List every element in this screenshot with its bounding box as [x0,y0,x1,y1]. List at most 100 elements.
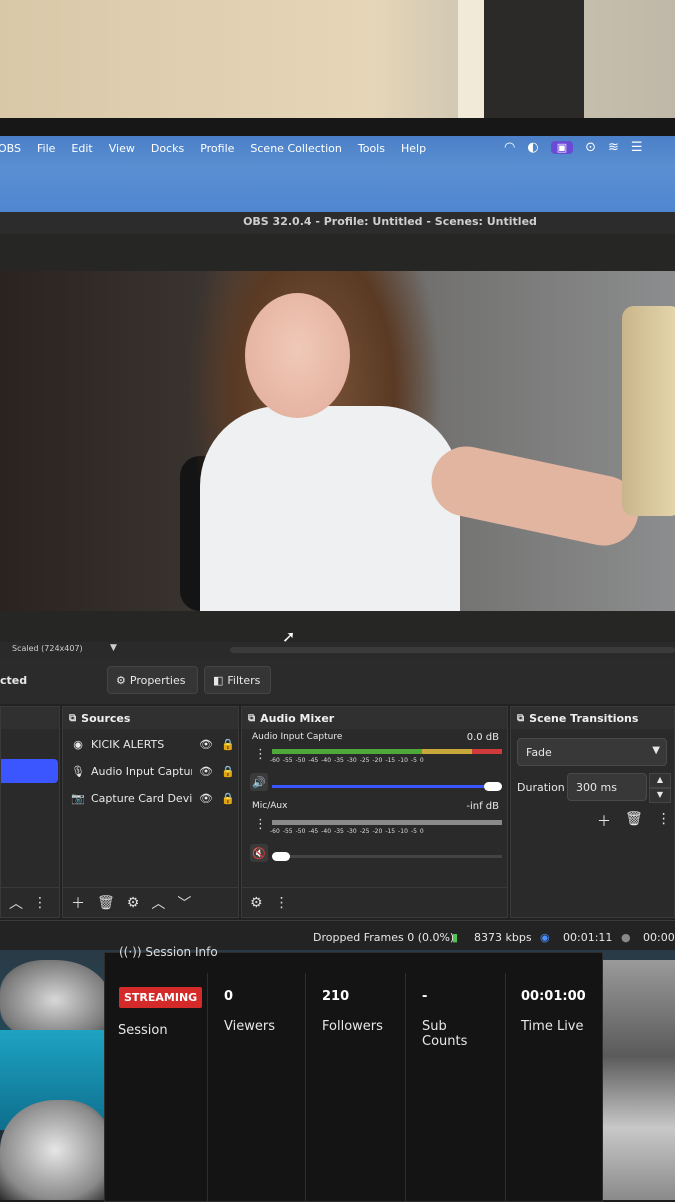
db-scale: -60 -55 -50 -45 -40 -35 -30 -25 -20 -15 -10 -5 0 [270,828,424,835]
bitrate: 8373 kbps [474,931,532,944]
add-icon[interactable]: ＋ [597,811,611,831]
duration-value: 300 ms [576,780,617,794]
stat-column: 00:01:00 Time Live [505,973,602,1201]
dock-float-icon[interactable]: ⧉ [517,713,524,724]
preview-face [245,293,350,418]
menu-app-name[interactable]: OBS [0,142,29,155]
source-name: Capture Card Devic [91,791,192,805]
eye-icon[interactable]: 👁 [198,765,214,778]
gauge-icon[interactable]: ◠ [504,140,515,155]
stat-column: 0 Viewers [207,973,307,1201]
speaker-icon[interactable]: 🔊 [250,773,268,791]
scenes-dock-title [1,707,59,729]
preview-phone [622,306,675,516]
record-icon[interactable]: ⊙ [585,140,596,155]
chevron-up-icon[interactable]: ︿ [151,893,165,913]
menu-help[interactable]: Help [393,142,434,155]
chevron-up-icon[interactable]: ︿ [9,893,23,913]
more-icon[interactable]: ⋮ [657,811,671,831]
audio-mixer-dock: ⧉ Audio Mixer Audio Input Capture 0.0 dB… [241,706,508,918]
more-icon[interactable]: ⋮ [254,747,267,762]
volume-slider[interactable] [272,852,502,861]
scale-label[interactable]: Scaled (724x407) [12,644,83,653]
menu-scene-collection[interactable]: Scene Collection [242,142,349,155]
menu-view[interactable]: View [101,142,143,155]
source-item[interactable]: ◉ KICIK ALERTS 👁 🔒 [71,733,236,755]
selected-source-label: cted [0,674,28,687]
wallpaper-rock [600,960,675,1200]
session-info-title: ((·)) Session Info [119,945,218,959]
trash-icon[interactable]: 🗑 [625,811,643,831]
speaker-muted-icon[interactable]: 🔇 [250,844,268,862]
duration-increment[interactable]: ▲ [649,773,671,788]
source-name: KICIK ALERTS [91,737,165,751]
lock-icon[interactable]: 🔒 [220,792,236,805]
properties-button[interactable]: ⚙ Properties [107,666,198,694]
channel-name: Mic/Aux [252,801,288,811]
dock-float-icon[interactable]: ⧉ [248,713,255,724]
chevron-down-icon[interactable]: ▼ [110,643,117,653]
stat-value: 210 [322,989,350,1004]
menu-profile[interactable]: Profile [192,142,242,155]
scene-transitions-dock: ⧉ Scene Transitions Fade ▼ Duration 300 … [510,706,675,918]
window-title: OBS 32.0.4 - Profile: Untitled - Scenes:… [243,215,537,228]
broadcast-icon: ((·)) [119,945,146,959]
volume-slider-knob[interactable] [484,782,502,791]
gear-icon[interactable]: ⚙ [127,895,140,911]
obs-tray-icon[interactable]: ◐ [527,140,538,155]
audio-mixer-footer: ⚙ ⋮ [242,887,507,917]
scene-selected-item[interactable] [1,759,58,783]
source-item[interactable]: 🎙 Audio Input Captur 👁 🔒 [71,760,236,782]
menu-file[interactable]: File [29,142,63,155]
volume-meter [272,820,502,825]
scene-transitions-dock-title: ⧉ Scene Transitions [511,707,674,729]
menu-edit[interactable]: Edit [63,142,100,155]
source-item[interactable]: 📷 Capture Card Devic 👁 🔒 [71,787,236,809]
more-icon[interactable]: ⋮ [275,895,289,911]
eye-icon[interactable]: 👁 [198,792,214,805]
record-status-icon: ● [621,931,631,944]
menu-docks[interactable]: Docks [143,142,192,155]
gear-icon: ⚙ [116,673,126,687]
wifi-icon[interactable]: ≋ [608,140,619,155]
audio-mixer-title: Audio Mixer [260,711,335,725]
more-icon[interactable]: ⋮ [33,895,47,911]
filters-button[interactable]: ◧ Filters [204,666,271,694]
chevron-down-icon[interactable]: ﹀ [177,893,191,913]
source-name: Audio Input Captur [91,764,192,778]
lock-icon[interactable]: 🔒 [220,765,236,778]
duration-decrement[interactable]: ▼ [649,788,671,803]
lock-icon[interactable]: 🔒 [220,738,236,751]
volume-slider-knob[interactable] [272,852,290,861]
chevron-down-icon: ▼ [652,745,660,756]
control-center-icon[interactable]: ☰ [631,140,643,155]
eye-icon[interactable]: 👁 [198,738,214,751]
audio-mixer-dock-title: ⧉ Audio Mixer [242,707,507,729]
sources-dock-footer: ＋ 🗑 ⚙ ︿ ﹀ [63,887,238,917]
preview-scale-bar: Scaled (724x407) ▼ [0,642,675,658]
broadcast-icon: ◉ [540,931,550,944]
menu-items: OBS File Edit View Docks Profile Scene C… [0,142,434,155]
background-post [484,0,584,125]
record-time: 00:00: [643,931,675,944]
filters-icon: ◧ [213,673,224,687]
volume-slider[interactable] [272,782,502,791]
menu-tools[interactable]: Tools [350,142,393,155]
db-scale: -60 -55 -50 -45 -40 -35 -30 -25 -20 -15 -10 -5 0 [270,757,424,764]
filters-label: Filters [227,673,261,687]
gear-icon[interactable]: ⚙ [250,895,263,911]
scenes-dock-footer: ︿ ⋮ [1,887,59,917]
add-icon[interactable]: ＋ [71,893,85,913]
more-icon[interactable]: ⋮ [254,817,267,832]
screen-share-icon[interactable]: ▣ [550,141,574,154]
camera-icon: 📷 [71,791,85,805]
streaming-badge: STREAMING [119,987,203,1008]
transition-select[interactable]: Fade ▼ [517,738,667,766]
dock-float-icon[interactable]: ⧉ [69,713,76,724]
preview-shirt [200,406,460,611]
preview-canvas[interactable] [0,271,675,611]
preview-scrollbar[interactable] [230,647,675,653]
browser-icon: ◉ [73,737,83,751]
trash-icon[interactable]: 🗑 [97,895,115,911]
duration-input[interactable]: 300 ms [567,773,647,801]
